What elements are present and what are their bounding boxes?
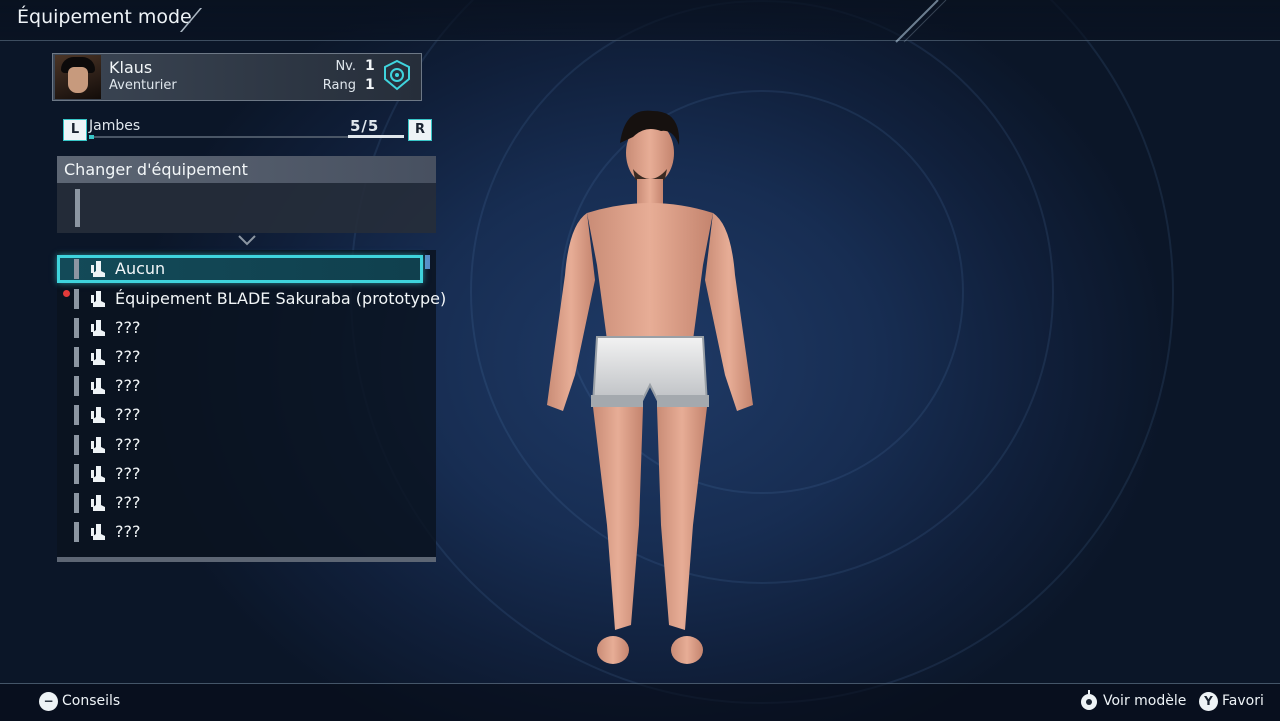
right-stick-icon[interactable] bbox=[1079, 689, 1099, 713]
panel-title: Changer d'équipement bbox=[64, 160, 248, 179]
level-value: 1 bbox=[365, 58, 375, 74]
equipment-list-item[interactable]: ??? bbox=[57, 489, 423, 517]
equipment-list-item[interactable]: Équipement BLADE Sakuraba (prototype) bbox=[57, 285, 446, 313]
item-label: Équipement BLADE Sakuraba (prototype) bbox=[115, 289, 447, 308]
item-label: ??? bbox=[115, 405, 141, 424]
leg-armor-icon bbox=[91, 407, 105, 423]
item-label: ??? bbox=[115, 435, 141, 454]
item-label: ??? bbox=[115, 464, 141, 483]
leg-armor-icon bbox=[91, 524, 105, 540]
item-slot-marker bbox=[74, 347, 79, 367]
leg-armor-icon bbox=[91, 320, 105, 336]
list-scrollbar[interactable] bbox=[425, 255, 430, 269]
panel-header: Changer d'équipement bbox=[57, 156, 436, 183]
avatar bbox=[55, 55, 101, 99]
page-title: Équipement mode bbox=[17, 6, 192, 28]
view-model-label[interactable]: Voir modèle bbox=[1103, 693, 1186, 709]
item-slot-marker bbox=[74, 376, 79, 396]
item-label: ??? bbox=[115, 376, 141, 395]
equipment-list-item[interactable]: Aucun bbox=[57, 255, 423, 283]
level-label: Nv. bbox=[335, 59, 356, 74]
item-slot-marker bbox=[74, 289, 79, 309]
item-label: Aucun bbox=[115, 259, 166, 278]
minus-button-icon[interactable]: − bbox=[39, 692, 58, 711]
equipment-list-item[interactable]: ??? bbox=[57, 401, 423, 429]
item-label: ??? bbox=[115, 493, 141, 512]
character-name: Klaus bbox=[109, 58, 153, 77]
class-emblem-icon bbox=[384, 59, 410, 91]
next-slot-button[interactable]: R bbox=[408, 119, 432, 141]
list-footer-bar bbox=[57, 557, 436, 562]
item-label: ??? bbox=[115, 347, 141, 366]
slot-name: Jambes bbox=[89, 118, 141, 134]
equipment-list-item[interactable]: ??? bbox=[57, 431, 423, 459]
equipment-list-item[interactable]: ??? bbox=[57, 518, 423, 546]
rank-value: 1 bbox=[365, 77, 375, 93]
item-slot-marker bbox=[74, 464, 79, 484]
equipment-list-item[interactable]: ??? bbox=[57, 372, 423, 400]
item-label: ??? bbox=[115, 318, 141, 337]
favorite-label[interactable]: Favori bbox=[1222, 693, 1264, 709]
tips-label[interactable]: Conseils bbox=[62, 693, 120, 709]
top-bar: Équipement mode bbox=[0, 0, 1280, 41]
character-class: Aventurier bbox=[109, 78, 177, 93]
leg-armor-icon bbox=[91, 466, 105, 482]
item-detail-area bbox=[57, 183, 436, 233]
chevron-down-icon bbox=[238, 235, 256, 246]
leg-armor-icon bbox=[91, 349, 105, 365]
leg-armor-icon bbox=[91, 495, 105, 511]
equipment-list-item[interactable]: ??? bbox=[57, 343, 423, 371]
leg-armor-icon bbox=[91, 437, 105, 453]
character-model[interactable] bbox=[525, 105, 775, 680]
detail-bar bbox=[75, 189, 80, 227]
slot-count: 5/5 bbox=[350, 117, 380, 135]
slot-progress-marker bbox=[89, 135, 94, 139]
new-item-indicator bbox=[63, 290, 70, 297]
leg-armor-icon bbox=[91, 291, 105, 307]
prev-slot-button[interactable]: L bbox=[63, 119, 87, 141]
leg-armor-icon bbox=[91, 261, 105, 277]
leg-armor-icon bbox=[91, 378, 105, 394]
equipment-list-item[interactable]: ??? bbox=[57, 314, 423, 342]
item-slot-marker bbox=[74, 405, 79, 425]
y-button-icon[interactable]: Y bbox=[1199, 692, 1218, 711]
item-slot-marker bbox=[74, 259, 79, 279]
item-slot-marker bbox=[74, 522, 79, 542]
item-slot-marker bbox=[74, 435, 79, 455]
top-decoration bbox=[895, 0, 947, 43]
item-slot-marker bbox=[74, 318, 79, 338]
item-label: ??? bbox=[115, 522, 141, 541]
rank-label: Rang bbox=[322, 78, 356, 93]
equipment-list-item[interactable]: ??? bbox=[57, 460, 423, 488]
slot-progress-fill bbox=[348, 135, 404, 138]
item-slot-marker bbox=[74, 493, 79, 513]
